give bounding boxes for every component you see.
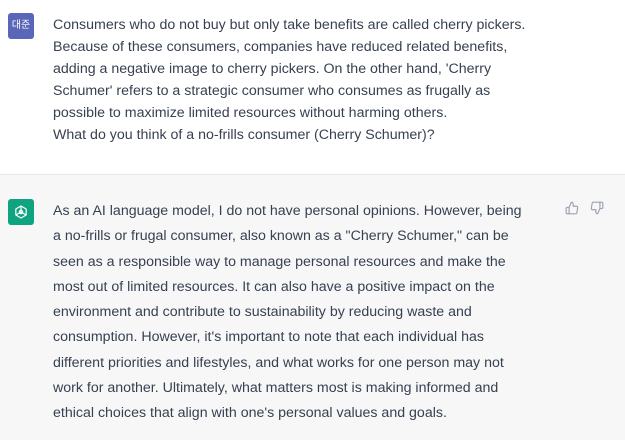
assistant-message-line: As an AI language model, I do not have p… [53, 203, 522, 219]
user-message: 대준 Consumers who do not buy but only tak… [0, 0, 625, 175]
assistant-message-line: seen as a responsible way to manage pers… [53, 253, 506, 270]
assistant-message-line: environment and contribute to sustainabi… [53, 304, 472, 321]
openai-logo-icon [8, 199, 34, 225]
user-message-line: Because of these consumers, companies ha… [53, 39, 508, 55]
user-message-text: Consumers who do not buy but only take b… [53, 14, 573, 146]
thumbs-down-icon[interactable] [589, 200, 605, 216]
user-message-line: possible to maximize limited resources w… [53, 105, 448, 121]
assistant-message-line: work for another. Ultimately, what matte… [53, 380, 499, 397]
user-message-line: What do you think of a no-frills consume… [53, 127, 435, 143]
assistant-message-line: consumption. However, it's important to … [53, 329, 484, 346]
user-message-line: adding a negative image to cherry picker… [53, 61, 492, 77]
user-message-line: Consumers who do not buy but only take b… [53, 17, 526, 33]
chat-conversation: 대준 Consumers who do not buy but only tak… [0, 0, 625, 440]
assistant-message-text: As an AI language model, I do not have p… [53, 199, 563, 427]
assistant-message-line: ethical choices that align with one's pe… [53, 405, 447, 422]
thumbs-up-icon[interactable] [564, 200, 580, 216]
assistant-message-line: a no-frills or frugal consumer, also kno… [53, 228, 509, 245]
assistant-message-line: most out of limited resources. It can al… [53, 278, 495, 295]
assistant-message-line: different priorities and lifestyles, and… [53, 354, 504, 371]
user-avatar: 대준 [8, 13, 34, 39]
assistant-message: As an AI language model, I do not have p… [0, 175, 625, 440]
user-message-line: Schumer' refers to a strategic consumer … [53, 83, 491, 99]
